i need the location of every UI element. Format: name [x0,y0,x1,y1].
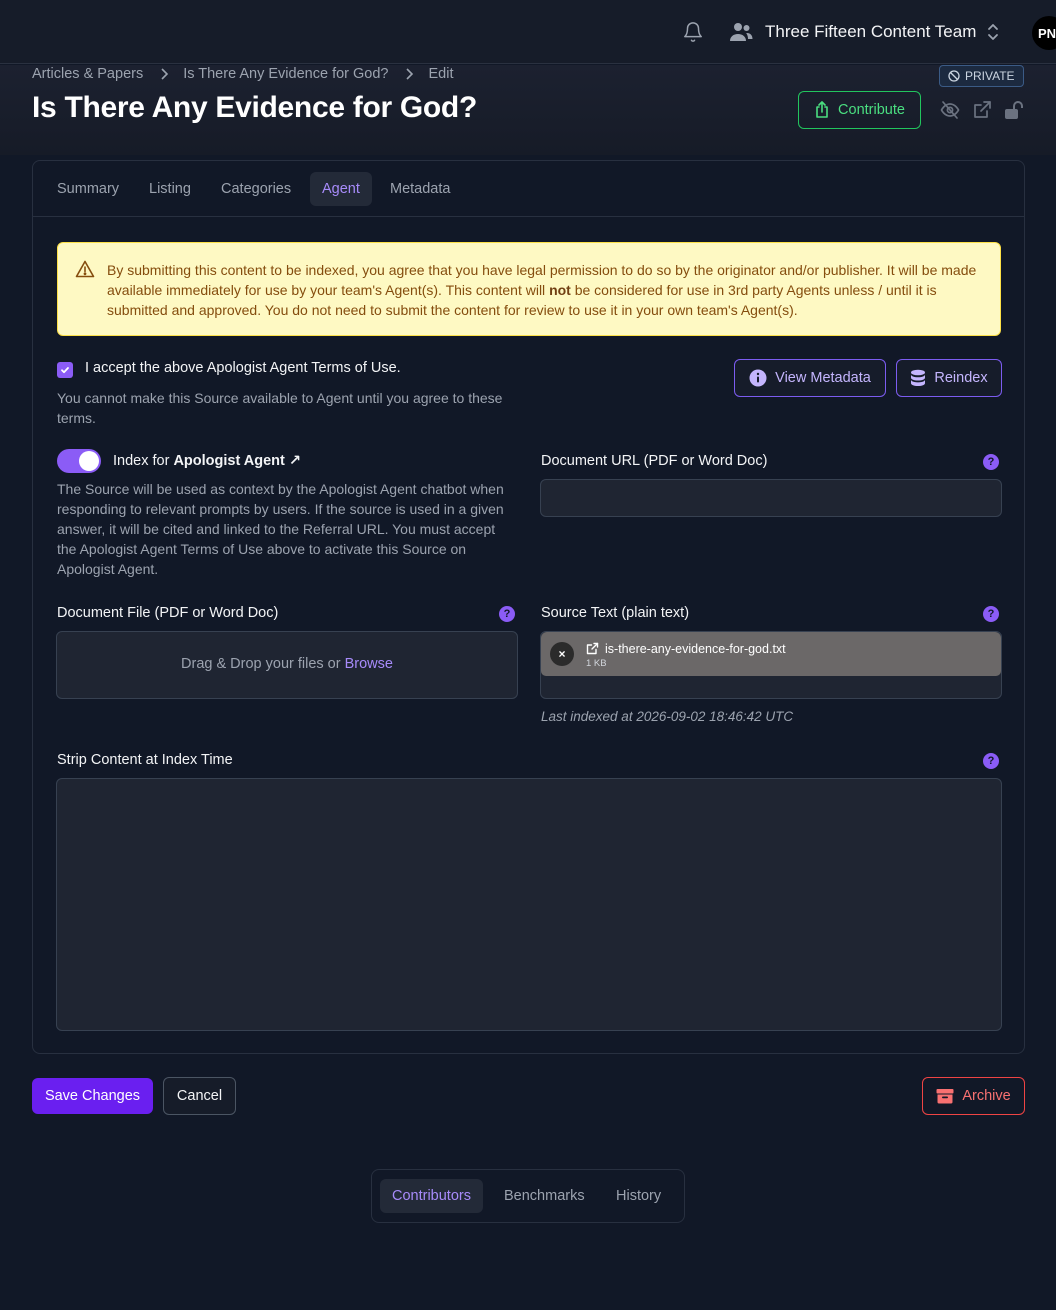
tab-listing[interactable]: Listing [137,172,203,206]
source-text-uploader[interactable]: × is-there-any-evidence-for-god.txt 1 KB [540,631,1002,699]
uploaded-file-chip: × is-there-any-evidence-for-god.txt 1 KB [541,632,1001,676]
chevron-up-down-icon[interactable] [986,22,1000,42]
contribute-button-label: Contribute [838,102,905,118]
breadcrumb-item-article[interactable]: Is There Any Evidence for God? [183,66,388,82]
bell-icon[interactable] [682,21,704,43]
document-file-help-icon[interactable]: ? [499,606,515,622]
save-changes-button[interactable]: Save Changes [32,1078,153,1114]
contribute-button[interactable]: Contribute [798,91,921,129]
users-icon [730,23,753,41]
tab-summary[interactable]: Summary [45,172,131,206]
terms-warning: By submitting this content to be indexed… [57,242,1001,336]
external-link-icon[interactable] [586,642,599,655]
document-url-input[interactable] [540,479,1002,517]
bottom-tabs: Contributors Benchmarks History [371,1169,685,1223]
visibility-badge: PRIVATE [939,65,1024,87]
share-upload-icon [816,101,828,118]
browse-link[interactable]: Browse [345,656,393,672]
warning-triangle-icon [75,260,95,278]
archive-button-label: Archive [962,1088,1011,1104]
edit-form-card: Summary Listing Categories Agent Metadat… [32,160,1025,1054]
breadcrumb-item-articles[interactable]: Articles & Papers [32,66,143,82]
check-icon [61,367,69,374]
last-indexed-text: Last indexed at 2026-09-02 18:46:42 UTC [541,709,794,724]
document-url-help-icon[interactable]: ? [983,454,999,470]
index-agent-toggle[interactable] [57,449,101,473]
tab-history[interactable]: History [604,1179,673,1213]
chevron-right-icon [161,68,169,80]
view-metadata-button[interactable]: View Metadata [734,359,886,397]
reindex-button[interactable]: Reindex [896,359,1002,397]
tab-contributors[interactable]: Contributors [380,1179,483,1213]
top-bar: Three Fifteen Content Team PN [0,0,1056,64]
document-file-dropzone[interactable]: Drag & Drop your files or Browse [56,631,518,699]
source-text-label: Source Text (plain text) [541,605,690,621]
archive-box-icon [936,1089,954,1104]
index-agent-help: The Source will be used as context by th… [57,481,504,577]
strip-content-help-icon[interactable]: ? [983,753,999,769]
tab-benchmarks[interactable]: Benchmarks [492,1179,597,1213]
chevron-right-icon [406,68,414,80]
tab-metadata[interactable]: Metadata [378,172,462,206]
external-link-icon[interactable] [972,100,992,120]
eye-slash-icon[interactable] [940,100,960,120]
database-icon [911,369,926,386]
unlock-icon[interactable] [1004,100,1024,120]
uploaded-file-name[interactable]: is-there-any-evidence-for-god.txt [605,642,786,656]
document-url-label: Document URL (PDF or Word Doc) [541,453,768,469]
breadcrumb: Articles & Papers Is There Any Evidence … [32,66,453,82]
avatar[interactable]: PN [1032,16,1056,50]
strip-content-label: Strip Content at Index Time [57,752,233,768]
accept-terms-checkbox[interactable] [57,362,73,378]
toggle-knob [79,451,99,471]
archive-button[interactable]: Archive [922,1077,1025,1115]
source-text-help-icon[interactable]: ? [983,606,999,622]
apologist-agent-link[interactable]: Apologist Agent ↗ [173,453,301,469]
breadcrumb-item-edit: Edit [428,66,454,82]
tab-categories[interactable]: Categories [209,172,303,206]
strip-content-textarea[interactable] [56,778,1002,1031]
remove-file-button[interactable]: × [550,642,574,666]
view-metadata-label: View Metadata [775,370,871,386]
form-tabs: Summary Listing Categories Agent Metadat… [33,161,1024,217]
cancel-button[interactable]: Cancel [163,1077,236,1115]
document-file-label: Document File (PDF or Word Doc) [57,605,279,621]
uploaded-file-size: 1 KB [586,658,607,669]
terms-warning-text: By submitting this content to be indexed… [107,262,977,318]
accept-terms-help: You cannot make this Source available to… [57,390,503,426]
reindex-label: Reindex [934,370,988,386]
page-title: Is There Any Evidence for God? [32,91,477,124]
accept-terms-label[interactable]: I accept the above Apologist Agent Terms… [85,360,401,376]
info-icon [749,369,767,387]
team-switcher[interactable]: Three Fifteen Content Team [765,22,976,42]
tab-agent[interactable]: Agent [310,172,372,206]
index-agent-label: Index for Apologist Agent ↗ [113,453,302,469]
visibility-badge-label: PRIVATE [965,69,1015,83]
dropzone-text: Drag & Drop your files or Browse [181,656,393,672]
ban-icon [948,70,960,82]
